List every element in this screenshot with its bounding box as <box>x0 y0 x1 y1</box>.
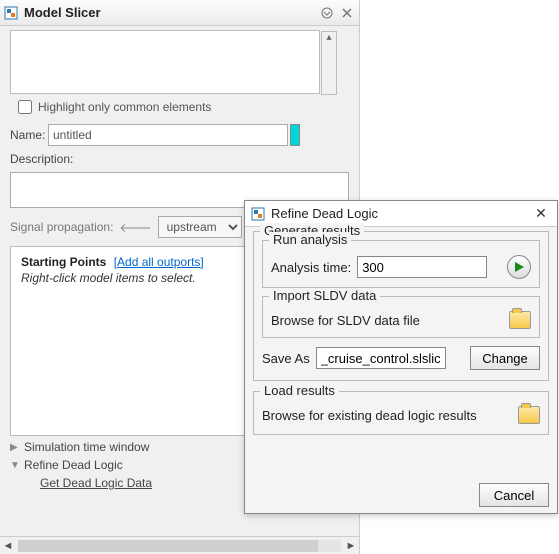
highlight-common-checkbox[interactable] <box>18 100 32 114</box>
color-swatch[interactable] <box>290 124 300 146</box>
load-results-legend: Load results <box>260 383 339 398</box>
chevron-right-icon: ▶ <box>10 442 20 453</box>
get-dead-logic-link[interactable]: Get Dead Logic Data <box>40 476 152 490</box>
browse-sldv-button[interactable] <box>509 311 531 329</box>
change-button[interactable]: Change <box>470 346 540 370</box>
name-input[interactable] <box>48 124 288 146</box>
panel-titlebar: Model Slicer <box>0 0 359 26</box>
horizontal-scrollbar[interactable]: ◄ ► <box>0 536 359 554</box>
chevron-down-icon: ▼ <box>10 460 20 471</box>
run-button[interactable] <box>507 255 531 279</box>
browse-existing-button[interactable] <box>518 406 540 424</box>
cancel-button[interactable]: Cancel <box>479 483 549 507</box>
browse-existing-label: Browse for existing dead logic results <box>262 408 477 423</box>
run-analysis-fieldset: Run analysis Analysis time: <box>262 240 540 288</box>
list-scrollbar[interactable]: ▴ <box>321 31 337 95</box>
save-as-input[interactable] <box>316 347 446 369</box>
load-results-fieldset: Load results Browse for existing dead lo… <box>253 391 549 435</box>
run-analysis-legend: Run analysis <box>269 232 351 247</box>
panel-title: Model Slicer <box>24 5 315 20</box>
add-all-outports-link[interactable]: [Add all outports] <box>114 255 204 269</box>
panel-menu-icon[interactable] <box>319 5 335 21</box>
scroll-right-icon[interactable]: ► <box>343 538 359 554</box>
dialog-close-icon[interactable]: ✕ <box>531 204 551 224</box>
scroll-left-icon[interactable]: ◄ <box>0 538 16 554</box>
save-as-label: Save As <box>262 351 310 366</box>
browse-sldv-label: Browse for SLDV data file <box>271 313 420 328</box>
name-label: Name: <box>10 128 48 142</box>
refine-dead-logic-dialog: Refine Dead Logic ✕ Generate results Run… <box>244 200 558 514</box>
scroll-thumb[interactable] <box>18 540 318 552</box>
analysis-time-label: Analysis time: <box>271 260 351 275</box>
arrow-left-icon: 🡐 <box>119 220 151 235</box>
starting-points-label: Starting Points <box>21 255 106 269</box>
configurations-list[interactable]: ▴ <box>10 30 320 94</box>
scroll-track[interactable] <box>18 540 341 552</box>
import-sldv-fieldset: Import SLDV data Browse for SLDV data fi… <box>262 296 540 338</box>
highlight-common-label: Highlight only common elements <box>38 100 211 114</box>
highlight-common-row: Highlight only common elements <box>10 100 349 114</box>
dialog-icon <box>251 207 265 221</box>
description-label: Description: <box>10 152 73 166</box>
import-sldv-legend: Import SLDV data <box>269 288 380 303</box>
dialog-title: Refine Dead Logic <box>271 206 531 221</box>
generate-results-fieldset: Generate results Run analysis Analysis t… <box>253 231 549 381</box>
app-icon <box>4 6 18 20</box>
analysis-time-input[interactable] <box>357 256 487 278</box>
signal-propagation-select[interactable]: upstream <box>158 216 242 238</box>
panel-close-icon[interactable] <box>339 5 355 21</box>
signal-propagation-label: Signal propagation: <box>10 220 113 234</box>
